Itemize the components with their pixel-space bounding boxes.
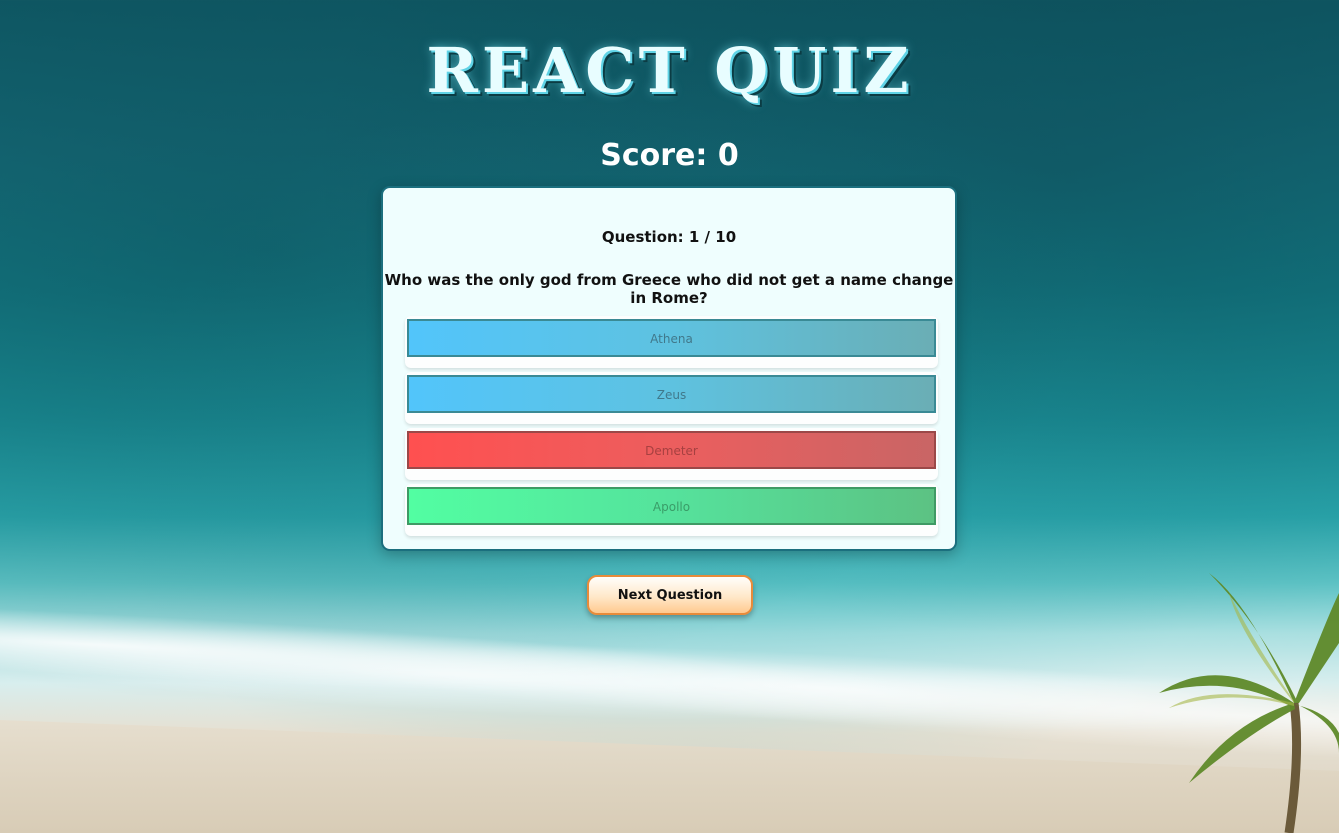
answer-option: Apollo: [405, 484, 938, 536]
quiz-card: Question: 1 / 10 Who was the only god fr…: [381, 186, 957, 551]
question-counter: Question: 1 / 10: [601, 228, 737, 246]
app-title: REACT QUIZ: [426, 34, 913, 107]
answer-option: Athena: [405, 316, 938, 368]
answer-button-demeter[interactable]: Demeter: [407, 431, 936, 469]
palm-tree-illustration: [1159, 573, 1339, 833]
answer-button-athena[interactable]: Athena: [407, 319, 936, 357]
answer-button-zeus[interactable]: Zeus: [407, 375, 936, 413]
next-question-button[interactable]: Next Question: [587, 575, 753, 615]
answer-option: Demeter: [405, 428, 938, 480]
score-display: Score: 0: [600, 138, 739, 173]
answer-option: Zeus: [405, 372, 938, 424]
answer-list: Athena Zeus Demeter Apollo: [405, 316, 938, 540]
question-text: Who was the only god from Greece who did…: [384, 271, 954, 307]
answer-button-apollo[interactable]: Apollo: [407, 487, 936, 525]
